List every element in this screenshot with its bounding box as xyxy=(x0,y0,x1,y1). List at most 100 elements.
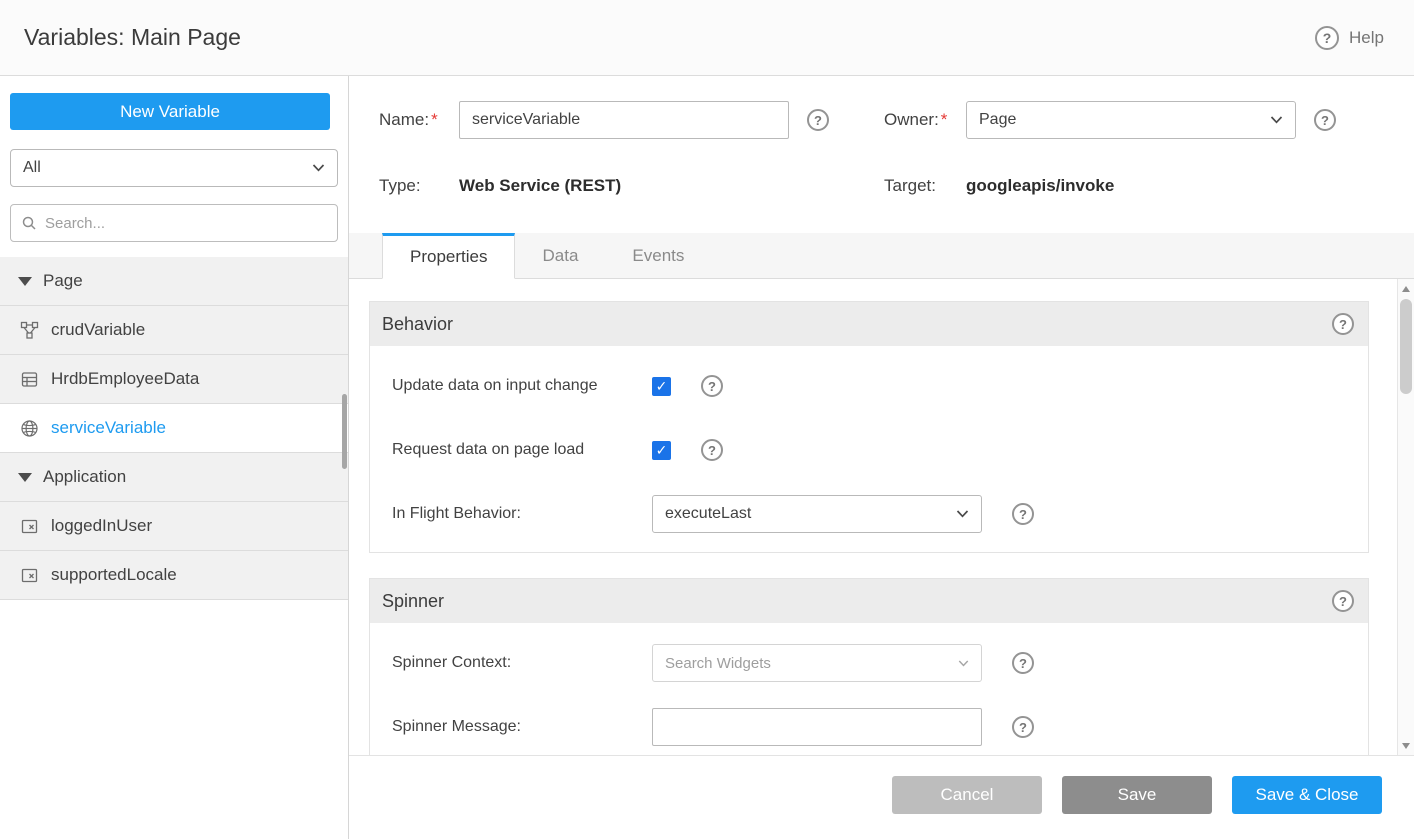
dialog-footer: Cancel Save Save & Close xyxy=(349,755,1414,839)
spinner-section-header: Spinner xyxy=(370,579,1368,623)
spinner-message-help-icon[interactable] xyxy=(1012,716,1034,738)
help-icon[interactable] xyxy=(1315,26,1339,50)
save-button[interactable]: Save xyxy=(1062,776,1212,814)
property-row-inflight: In Flight Behavior: executeLast xyxy=(370,482,1368,546)
static-variable-icon xyxy=(20,566,39,585)
scrollbar-thumb[interactable] xyxy=(1400,299,1412,394)
property-row-update-data: Update data on input change xyxy=(370,354,1368,418)
sidebar-item-crudvariable[interactable]: crudVariable xyxy=(0,306,348,355)
spinner-section: Spinner Spinner Context: Search Widgets xyxy=(369,578,1369,755)
update-data-label: Update data on input change xyxy=(392,377,652,395)
scroll-up-button[interactable] xyxy=(1398,280,1414,297)
behavior-section-title: Behavior xyxy=(382,314,1332,335)
request-data-control xyxy=(652,441,671,460)
tab-events[interactable]: Events xyxy=(605,233,711,278)
cancel-button[interactable]: Cancel xyxy=(892,776,1042,814)
property-row-spinner-message: Spinner Message: xyxy=(370,695,1368,755)
request-data-help-icon[interactable] xyxy=(701,439,723,461)
spinner-message-control xyxy=(652,708,982,746)
spinner-context-help-icon[interactable] xyxy=(1012,652,1034,674)
target-label: Target: xyxy=(884,176,966,196)
variable-list: Page crudVariable HrdbEmployeeData xyxy=(0,257,348,600)
search-input[interactable] xyxy=(45,215,327,232)
scroll-down-button[interactable] xyxy=(1398,737,1414,754)
spinner-section-body: Spinner Context: Search Widgets Spinner … xyxy=(370,623,1368,755)
update-data-checkbox[interactable] xyxy=(652,377,671,396)
owner-selected-value: Page xyxy=(979,111,1270,129)
type-label: Type: xyxy=(379,176,459,196)
name-help-icon[interactable] xyxy=(807,109,829,131)
crud-variable-icon xyxy=(20,321,39,340)
tab-data[interactable]: Data xyxy=(515,233,605,278)
spinner-message-input[interactable] xyxy=(652,708,982,746)
inflight-label: In Flight Behavior: xyxy=(392,505,652,523)
spinner-message-label: Spinner Message: xyxy=(392,718,652,736)
new-variable-button[interactable]: New Variable xyxy=(10,93,330,130)
chevron-down-icon xyxy=(958,660,969,667)
type-value: Web Service (REST) xyxy=(459,176,789,196)
vertical-scrollbar[interactable] xyxy=(1397,279,1414,755)
static-variable-icon xyxy=(20,517,39,536)
update-data-help-icon[interactable] xyxy=(701,375,723,397)
variable-search[interactable] xyxy=(10,204,338,242)
sidebar-group-page[interactable]: Page xyxy=(0,257,348,306)
filter-selected-value: All xyxy=(23,159,312,177)
target-value: googleapis/invoke xyxy=(966,176,1114,196)
variable-label: crudVariable xyxy=(51,320,145,340)
help-button[interactable]: Help xyxy=(1315,26,1384,50)
inflight-selected-value: executeLast xyxy=(665,505,956,523)
owner-select[interactable]: Page xyxy=(966,101,1296,139)
behavior-section-header: Behavior xyxy=(370,302,1368,346)
name-label-text: Name: xyxy=(379,110,429,129)
sidebar-item-hrdbemployeedata[interactable]: HrdbEmployeeData xyxy=(0,355,348,404)
update-data-control xyxy=(652,377,671,396)
dialog-body: New Variable All Page crudVariab xyxy=(0,76,1414,839)
behavior-section: Behavior Update data on input change xyxy=(369,301,1369,553)
behavior-help-icon[interactable] xyxy=(1332,313,1354,335)
group-label: Page xyxy=(43,271,83,291)
spinner-help-icon[interactable] xyxy=(1332,590,1354,612)
variable-label: loggedInUser xyxy=(51,516,152,536)
arrow-up-icon xyxy=(1402,286,1410,292)
spinner-section-title: Spinner xyxy=(382,591,1332,612)
inflight-help-icon[interactable] xyxy=(1012,503,1034,525)
sidebar-group-application[interactable]: Application xyxy=(0,453,348,502)
tabs: Properties Data Events xyxy=(349,233,1414,279)
property-row-request-data: Request data on page load xyxy=(370,418,1368,482)
spinner-context-placeholder: Search Widgets xyxy=(665,655,958,672)
owner-help-icon[interactable] xyxy=(1314,109,1336,131)
sidebar-item-loggedinuser[interactable]: loggedInUser xyxy=(0,502,348,551)
name-input[interactable] xyxy=(459,101,789,139)
required-asterisk: * xyxy=(431,110,438,129)
globe-icon xyxy=(20,419,39,438)
variable-detail: Name:* Owner:* Page Type: Web Servic xyxy=(349,76,1414,839)
variables-sidebar: New Variable All Page crudVariab xyxy=(0,76,349,839)
form-row-name-owner: Name:* Owner:* Page xyxy=(349,101,1414,139)
required-asterisk: * xyxy=(941,110,948,129)
spinner-context-control: Search Widgets xyxy=(652,644,982,682)
variable-filter-select[interactable]: All xyxy=(10,149,338,187)
behavior-section-body: Update data on input change Request data… xyxy=(370,346,1368,552)
owner-label-text: Owner: xyxy=(884,110,939,129)
inflight-select[interactable]: executeLast xyxy=(652,495,982,533)
arrow-down-icon xyxy=(1402,743,1410,749)
database-icon xyxy=(20,370,39,389)
chevron-down-icon xyxy=(312,164,325,172)
search-icon xyxy=(21,215,37,231)
sidebar-item-supportedlocale[interactable]: supportedLocale xyxy=(0,551,348,600)
properties-panel: Behavior Update data on input change xyxy=(349,279,1414,755)
save-close-button[interactable]: Save & Close xyxy=(1232,776,1382,814)
variable-label: HrdbEmployeeData xyxy=(51,369,199,389)
tab-properties[interactable]: Properties xyxy=(382,233,515,279)
form-row-type-target: Type: Web Service (REST) Target: googlea… xyxy=(349,167,1414,205)
owner-label: Owner:* xyxy=(884,110,966,130)
help-label: Help xyxy=(1349,28,1384,48)
spinner-context-select[interactable]: Search Widgets xyxy=(652,644,982,682)
spinner-context-label: Spinner Context: xyxy=(392,654,652,672)
collapse-arrow-icon xyxy=(18,277,32,286)
request-data-checkbox[interactable] xyxy=(652,441,671,460)
group-label: Application xyxy=(43,467,126,487)
chevron-down-icon xyxy=(1270,116,1283,124)
sidebar-scrollbar-thumb[interactable] xyxy=(342,394,347,469)
sidebar-item-servicevariable[interactable]: serviceVariable xyxy=(0,404,348,453)
